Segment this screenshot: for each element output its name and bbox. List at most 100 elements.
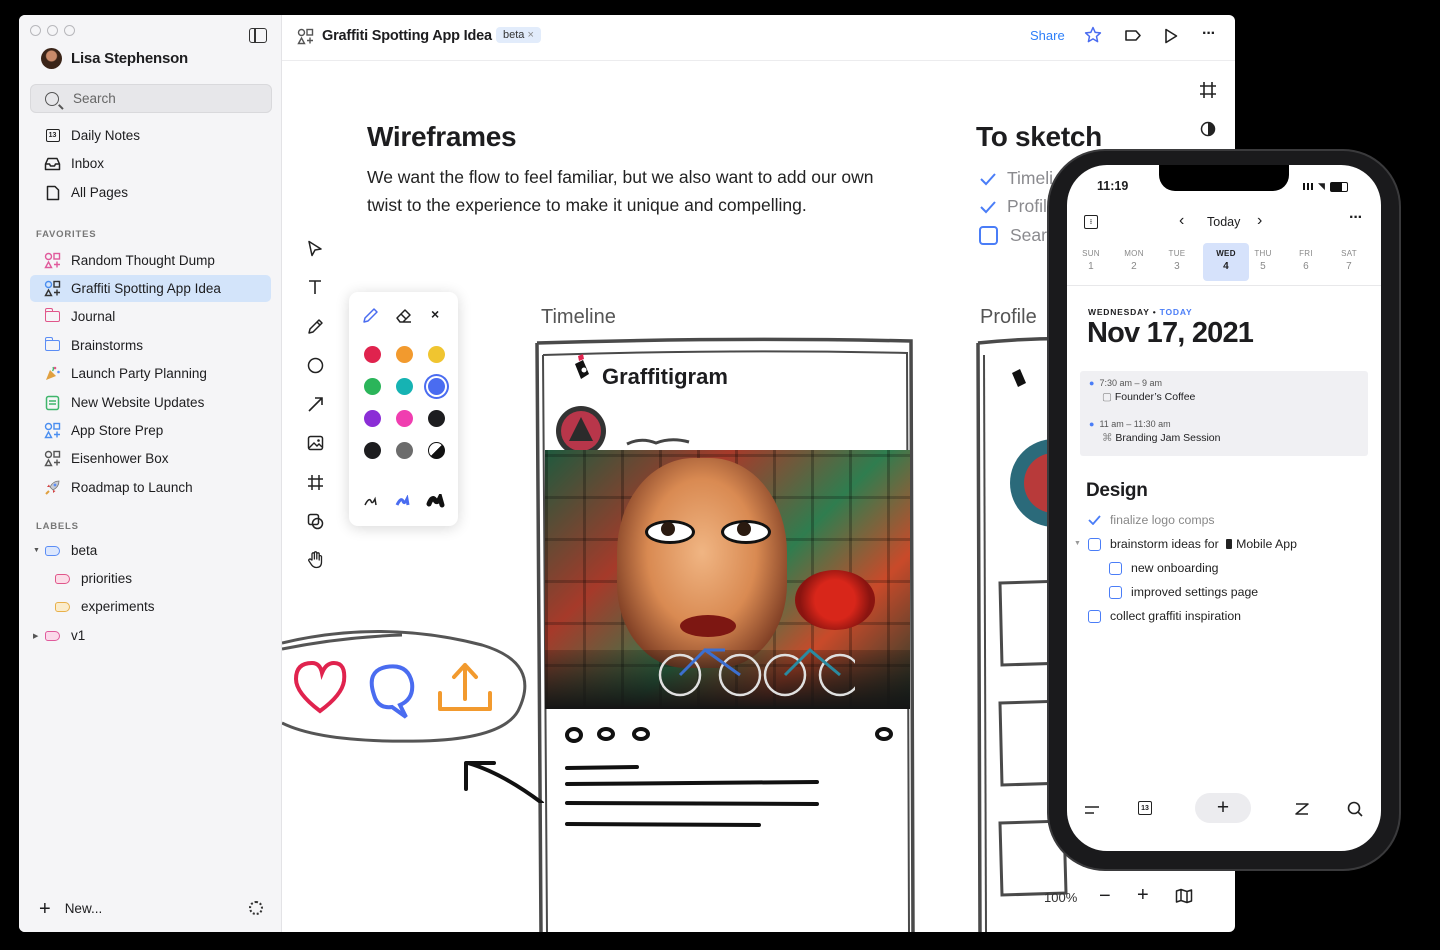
more-options-icon[interactable]: ··· bbox=[1202, 25, 1216, 43]
zoom-window-button[interactable] bbox=[64, 25, 75, 36]
frame-tool-icon[interactable] bbox=[1199, 81, 1217, 104]
sidebar-item-daily-notes[interactable]: 13 Daily Notes bbox=[30, 122, 271, 149]
select-arrow-tool-icon[interactable] bbox=[306, 239, 324, 257]
hand-pan-tool-icon[interactable] bbox=[306, 551, 324, 569]
image-tool-icon[interactable] bbox=[306, 434, 324, 452]
color-swatch[interactable] bbox=[396, 410, 413, 427]
week-day[interactable]: THU 5 bbox=[1243, 247, 1283, 273]
color-swatch[interactable] bbox=[396, 378, 413, 395]
graffiti-mural-image[interactable] bbox=[545, 450, 910, 709]
reaction-bubble-sketch[interactable] bbox=[282, 623, 562, 803]
week-day[interactable]: SAT 7 bbox=[1329, 247, 1369, 273]
week-day[interactable]: MON 2 bbox=[1114, 247, 1154, 273]
sidebar-item-journal[interactable]: Journal bbox=[30, 303, 271, 330]
star-icon[interactable] bbox=[1084, 26, 1102, 49]
thin-stroke-icon[interactable] bbox=[363, 495, 381, 514]
sidebar-item-brainstorms[interactable]: Brainstorms bbox=[30, 332, 271, 359]
search-icon[interactable] bbox=[1347, 801, 1363, 822]
week-day[interactable]: FRI 6 bbox=[1286, 247, 1326, 273]
present-play-icon[interactable] bbox=[1164, 28, 1178, 49]
label-item-priorities[interactable]: priorities bbox=[40, 565, 271, 592]
remove-label-icon[interactable]: × bbox=[527, 29, 533, 41]
event-item[interactable]: ● 7:30 am – 9 am ▢ Founder’s Coffee bbox=[1089, 378, 1195, 403]
document-title[interactable]: Graffiti Spotting App Idea bbox=[322, 28, 492, 44]
page-link[interactable]: Mobile App bbox=[1236, 537, 1297, 551]
checkbox-icon[interactable] bbox=[1088, 609, 1101, 623]
calendar-tab-icon[interactable]: 13 bbox=[1138, 801, 1152, 815]
sidebar-item-app-store-prep[interactable]: App Store Prep bbox=[30, 417, 271, 444]
event-item[interactable]: ● 11 am – 11:30 am ⌘ Branding Jam Sessio… bbox=[1089, 419, 1220, 444]
label-item-experiments[interactable]: experiments bbox=[40, 593, 271, 620]
label-item-v1[interactable]: ▶ v1 bbox=[30, 622, 271, 649]
new-page-button[interactable]: + New... bbox=[39, 899, 102, 919]
todo-item[interactable]: new onboarding bbox=[1109, 561, 1219, 575]
calendar-icon[interactable]: ⁝ bbox=[1084, 215, 1098, 229]
label-chip[interactable]: beta × bbox=[496, 27, 541, 43]
color-swatch[interactable] bbox=[364, 410, 381, 427]
color-swatch[interactable] bbox=[364, 442, 381, 459]
zoom-in-icon[interactable]: + bbox=[1137, 884, 1149, 907]
add-button[interactable]: + bbox=[1195, 793, 1251, 823]
search-input[interactable]: Search bbox=[30, 84, 272, 113]
sidebar-item-new-website-updates[interactable]: New Website Updates bbox=[30, 389, 271, 416]
color-swatch[interactable] bbox=[428, 378, 445, 395]
checkbox-icon[interactable] bbox=[1088, 537, 1101, 551]
zoom-out-icon[interactable]: − bbox=[1099, 885, 1111, 908]
label-tag-icon[interactable] bbox=[1124, 29, 1142, 47]
shortcuts-icon[interactable] bbox=[1294, 801, 1310, 822]
color-swatch[interactable] bbox=[428, 346, 445, 363]
menu-icon[interactable] bbox=[1084, 803, 1100, 821]
to-sketch-item[interactable]: Searc bbox=[979, 225, 1056, 246]
todo-item[interactable]: improved settings page bbox=[1109, 585, 1258, 599]
checkbox-icon[interactable] bbox=[979, 226, 998, 245]
thick-stroke-icon[interactable] bbox=[426, 491, 446, 515]
checkbox-icon[interactable] bbox=[1109, 561, 1122, 575]
week-day[interactable]: TUE 3 bbox=[1157, 247, 1197, 273]
color-swatch[interactable] bbox=[396, 346, 413, 363]
chevron-right-icon[interactable]: ▶ bbox=[33, 632, 38, 640]
medium-stroke-icon[interactable] bbox=[395, 494, 413, 514]
todo-item[interactable]: finalize logo comps bbox=[1088, 513, 1215, 527]
map-icon[interactable] bbox=[1175, 888, 1193, 909]
to-sketch-item[interactable]: Timeli bbox=[979, 168, 1053, 189]
close-window-button[interactable] bbox=[30, 25, 41, 36]
shapes-combine-tool-icon[interactable] bbox=[306, 512, 324, 530]
week-day[interactable]: SUN 1 bbox=[1071, 247, 1111, 273]
sidebar-toggle-icon[interactable] bbox=[249, 28, 267, 43]
frame-tool-icon[interactable] bbox=[306, 473, 324, 491]
eraser-icon[interactable] bbox=[395, 306, 413, 329]
color-swatch[interactable] bbox=[428, 410, 445, 427]
pencil-tool-icon[interactable] bbox=[306, 317, 324, 335]
sidebar-item-launch-party-planning[interactable]: Launch Party Planning bbox=[30, 360, 271, 387]
chevron-down-icon[interactable]: ▼ bbox=[33, 547, 40, 554]
color-swatch[interactable] bbox=[428, 442, 445, 459]
label-item-beta[interactable]: ▼ beta bbox=[30, 537, 271, 564]
checkbox-icon[interactable] bbox=[1109, 585, 1122, 599]
zoom-level[interactable]: 100% bbox=[1044, 890, 1077, 905]
todo-item[interactable]: brainstorm ideas for Mobile App bbox=[1088, 537, 1297, 551]
sidebar-item-eisenhower-box[interactable]: Eisenhower Box bbox=[30, 445, 271, 472]
user-profile[interactable]: Lisa Stephenson bbox=[41, 48, 188, 69]
to-sketch-item[interactable]: Profil bbox=[979, 196, 1047, 217]
text-tool-icon[interactable] bbox=[306, 278, 324, 296]
theme-toggle-icon[interactable] bbox=[1200, 121, 1216, 142]
color-swatch[interactable] bbox=[364, 346, 381, 363]
share-button[interactable]: Share bbox=[1030, 28, 1065, 43]
sidebar-item-random-thought-dump[interactable]: Random Thought Dump bbox=[30, 247, 271, 274]
pen-mode-icon[interactable] bbox=[362, 306, 380, 329]
more-options-icon[interactable]: ··· bbox=[1349, 209, 1363, 227]
chevron-right-icon[interactable]: › bbox=[1257, 212, 1262, 230]
sidebar-item-inbox[interactable]: Inbox bbox=[30, 150, 271, 177]
chevron-left-icon[interactable]: ‹ bbox=[1179, 212, 1184, 230]
color-swatch[interactable] bbox=[396, 442, 413, 459]
sidebar-item-all-pages[interactable]: All Pages bbox=[30, 179, 271, 206]
circle-shape-tool-icon[interactable] bbox=[306, 356, 324, 374]
color-swatch[interactable] bbox=[364, 378, 381, 395]
arrow-tool-icon[interactable] bbox=[306, 395, 324, 413]
close-icon[interactable]: × bbox=[431, 306, 439, 322]
chevron-down-icon[interactable]: ▼ bbox=[1074, 540, 1081, 547]
sidebar-item-roadmap-to-launch[interactable]: Roadmap to Launch bbox=[30, 474, 271, 501]
sidebar-item-graffiti-spotting-app-idea[interactable]: Graffiti Spotting App Idea bbox=[30, 275, 271, 302]
settings-gear-icon[interactable] bbox=[249, 901, 263, 915]
today-button[interactable]: Today bbox=[1207, 215, 1240, 229]
